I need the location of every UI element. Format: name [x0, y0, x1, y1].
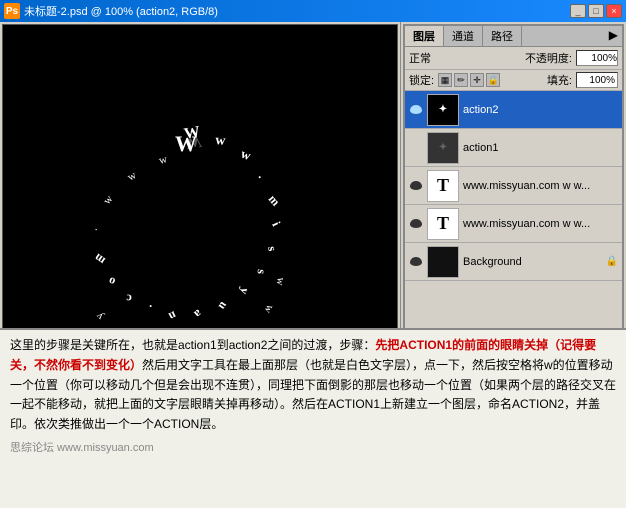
layer-lock-icon: 🔒 — [606, 256, 618, 268]
window-title: 未标题-2.psd @ 100% (action2, RGB/8) — [24, 3, 218, 19]
layer-thumbnail: T — [427, 170, 459, 202]
layer-visibility-toggle[interactable] — [409, 141, 423, 155]
svg-text:w: w — [126, 169, 139, 183]
maximize-button[interactable]: □ — [588, 4, 604, 18]
opacity-label: 不透明度: — [525, 50, 572, 66]
svg-text:c: c — [125, 291, 132, 305]
blend-mode-row: 正常 不透明度: — [405, 47, 622, 70]
instruction-text: 这里的步骤是关键所在，也就是action1到action2之间的过渡，步骤：先把… — [10, 336, 616, 435]
svg-text:W: W — [175, 131, 197, 156]
svg-text:y: y — [237, 286, 252, 296]
lock-transparent-button[interactable]: ▦ — [438, 73, 452, 87]
svg-text:y: y — [93, 310, 106, 323]
svg-text:.: . — [88, 224, 100, 232]
layer-row[interactable]: ✦ action1 — [405, 129, 622, 167]
layer-visibility-toggle[interactable] — [409, 179, 423, 193]
svg-text:w: w — [262, 303, 276, 316]
tab-channels[interactable]: 通道 — [444, 26, 483, 46]
svg-text:s: s — [265, 245, 280, 252]
eye-icon — [410, 257, 422, 266]
svg-text:.: . — [149, 302, 154, 316]
svg-text:a: a — [191, 307, 205, 322]
title-bar-left: Ps 未标题-2.psd @ 100% (action2, RGB/8) — [4, 3, 218, 19]
panel-menu-button[interactable]: ▶ — [605, 26, 622, 46]
svg-text:m: m — [266, 192, 283, 209]
layer-visibility-toggle[interactable] — [409, 103, 423, 117]
blend-mode-label: 正常 — [409, 50, 431, 66]
layer-thumbnail: ✦ — [427, 94, 459, 126]
intro-text: 这里的步骤是关键所在，也就是action1到action2之间的过渡，步骤： — [10, 338, 375, 352]
lock-label: 锁定: — [409, 72, 434, 88]
lock-icons: ▦ ✏ ✛ 🔒 — [438, 73, 500, 87]
opacity-input[interactable] — [576, 50, 618, 66]
tab-layers[interactable]: 图层 — [405, 26, 444, 46]
window-controls: _ □ × — [570, 4, 622, 18]
layer-thumbnail: T — [427, 208, 459, 240]
lock-pixels-button[interactable]: ✏ — [454, 73, 468, 87]
layer-name: www.missyuan.com w w... — [463, 180, 618, 192]
svg-text:n: n — [166, 308, 178, 324]
lock-all-button[interactable]: 🔒 — [486, 73, 500, 87]
tab-paths[interactable]: 路径 — [483, 26, 522, 46]
title-bar: Ps 未标题-2.psd @ 100% (action2, RGB/8) _ □… — [0, 0, 626, 22]
close-button[interactable]: × — [606, 4, 622, 18]
svg-text:w: w — [274, 276, 287, 286]
svg-text:m: m — [91, 251, 107, 268]
eye-icon — [410, 105, 422, 114]
svg-text:u: u — [216, 299, 231, 313]
svg-text:s: s — [255, 269, 269, 275]
fill-input[interactable] — [576, 72, 618, 88]
svg-text:.: . — [256, 168, 266, 181]
svg-text:w: w — [215, 133, 227, 149]
svg-text:w: w — [158, 153, 169, 167]
layer-visibility-toggle[interactable] — [409, 217, 423, 231]
eye-icon — [410, 181, 422, 190]
layer-visibility-toggle[interactable] — [409, 255, 423, 269]
app-icon: Ps — [4, 3, 20, 19]
layer-name: action2 — [463, 104, 618, 116]
svg-text:o: o — [107, 274, 117, 289]
lock-row: 锁定: ▦ ✏ ✛ 🔒 填充: — [405, 70, 622, 91]
fill-label: 填充: — [547, 72, 572, 88]
eye-icon — [410, 219, 422, 228]
svg-text:w: w — [101, 193, 115, 207]
bottom-text-area: 这里的步骤是关键所在，也就是action1到action2之间的过渡，步骤：先把… — [0, 328, 626, 508]
layer-row[interactable]: Background 🔒 — [405, 243, 622, 281]
layer-row[interactable]: T www.missyuan.com w w... — [405, 167, 622, 205]
panel-tabs: 图层 通道 路径 ▶ — [405, 26, 622, 47]
layer-row[interactable]: T www.missyuan.com w w... — [405, 205, 622, 243]
layer-name: www.missyuan.com w w... — [463, 218, 618, 230]
layer-name: Background — [463, 256, 602, 268]
svg-text:w: w — [239, 146, 254, 164]
minimize-button[interactable]: _ — [570, 4, 586, 18]
layer-name: action1 — [463, 142, 618, 154]
lock-position-button[interactable]: ✛ — [470, 73, 484, 87]
footer-text: 思综论坛 www.missyuan.com — [10, 439, 616, 455]
svg-text:i: i — [269, 219, 283, 229]
layer-thumbnail — [427, 246, 459, 278]
layer-row[interactable]: ✦ action2 — [405, 91, 622, 129]
layer-thumbnail: ✦ — [427, 132, 459, 164]
